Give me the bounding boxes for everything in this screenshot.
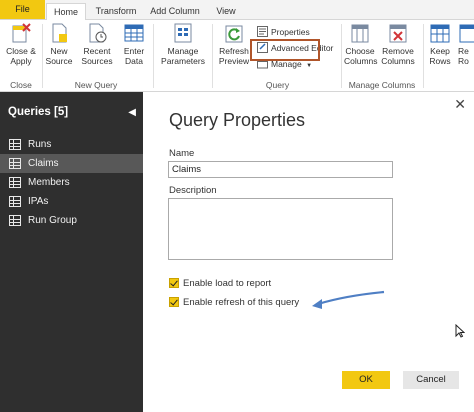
cancel-button[interactable]: Cancel (403, 371, 459, 389)
refresh-preview-button[interactable]: Refresh Preview (215, 22, 253, 66)
remove-columns-button[interactable]: Remove Columns (380, 22, 416, 66)
mouse-cursor-icon (455, 324, 465, 338)
tab-home[interactable]: Home (46, 3, 86, 21)
enter-data-button[interactable]: Enter Data (120, 22, 148, 66)
close-apply-icon (10, 22, 32, 44)
group-separator (42, 24, 43, 88)
ribbon: Close & Apply Close New Source Recent So… (0, 20, 474, 92)
manage-parameters-button[interactable]: Manage Parameters (157, 22, 209, 66)
close-icon[interactable]: ✕ (454, 96, 466, 113)
parameters-icon (172, 22, 194, 44)
query-item-claims[interactable]: Claims (0, 154, 143, 173)
queries-header: Queries [5] (8, 106, 69, 118)
enable-refresh-label: Enable refresh of this query (183, 297, 300, 308)
name-field[interactable] (168, 161, 393, 178)
keep-rows-label: Keep Rows (429, 46, 451, 66)
new-source-icon (48, 22, 70, 44)
enable-refresh-checkbox[interactable] (169, 297, 179, 307)
table-icon (9, 158, 21, 169)
tab-view[interactable]: View (214, 3, 238, 20)
group-separator (423, 24, 424, 88)
table-icon (9, 139, 21, 150)
group-label-query: Query (265, 80, 290, 90)
ribbon-tab-bar: File Home Transform Add Column View (0, 0, 474, 21)
tab-file[interactable]: File (0, 0, 45, 19)
group-label-close: Close (10, 80, 32, 90)
properties-label: Properties (271, 27, 310, 37)
query-item-ipas[interactable]: IPAs (0, 192, 143, 211)
remove-rows-button[interactable]: Re Ro (458, 22, 474, 66)
remove-columns-label: Remove Columns (381, 46, 415, 66)
keep-rows-button[interactable]: Keep Rows (426, 22, 454, 66)
dialog-title: Query Properties (169, 110, 306, 130)
group-label-manage-columns: Manage Columns (348, 80, 416, 90)
query-item-label: Run Group (28, 215, 77, 226)
refresh-icon (223, 22, 245, 44)
keep-rows-icon (429, 22, 451, 44)
remove-rows-icon (458, 22, 474, 44)
choose-columns-label: Choose Columns (344, 46, 378, 66)
properties-icon (257, 26, 268, 37)
close-apply-button[interactable]: Close & Apply (2, 22, 40, 66)
query-item-label: Runs (28, 139, 52, 150)
group-separator (153, 24, 154, 88)
tab-add-column[interactable]: Add Column (148, 3, 202, 20)
power-bi-query-editor: File Home Transform Add Column View Clos… (0, 0, 474, 412)
query-item-label: IPAs (28, 196, 49, 207)
choose-columns-button[interactable]: Choose Columns (344, 22, 378, 66)
recent-sources-icon (86, 22, 108, 44)
query-properties-dialog: ✕ Query Properties Name Description Enab… (143, 92, 474, 412)
group-separator (341, 24, 342, 88)
remove-rows-label: Re Ro (458, 46, 469, 66)
chevron-down-icon: ▼ (306, 63, 313, 69)
refresh-preview-label: Refresh Preview (218, 46, 250, 66)
query-item-label: Members (28, 177, 70, 188)
collapse-pane-icon[interactable]: ◀ (128, 107, 136, 118)
enable-refresh-option[interactable]: Enable refresh of this query (169, 297, 299, 309)
close-apply-label: Close & Apply (6, 46, 36, 66)
recent-sources-button[interactable]: Recent Sources (78, 22, 116, 66)
new-source-label: New Source (45, 46, 73, 66)
queries-pane: Queries [5] ◀ Runs Claims Members IPAs R… (0, 92, 143, 412)
query-item-runs[interactable]: Runs (0, 135, 143, 154)
name-label: Name (169, 148, 195, 159)
query-item-label: Claims (28, 158, 59, 169)
group-label-new-query: New Query (74, 80, 118, 90)
description-label: Description (169, 185, 217, 196)
description-field[interactable] (168, 198, 393, 260)
recent-sources-label: Recent Sources (81, 46, 113, 66)
properties-highlight-box (250, 39, 320, 61)
table-icon (9, 215, 21, 226)
query-item-run-group[interactable]: Run Group (0, 211, 143, 230)
query-item-members[interactable]: Members (0, 173, 143, 192)
properties-button[interactable]: Properties (257, 26, 310, 38)
table-icon (9, 196, 21, 207)
annotation-arrow (312, 290, 385, 309)
enable-load-option[interactable]: Enable load to report (169, 278, 271, 290)
enable-load-label: Enable load to report (183, 278, 272, 289)
remove-columns-icon (387, 22, 409, 44)
table-grid-icon (123, 22, 145, 44)
enter-data-label: Enter Data (123, 46, 145, 66)
ok-button[interactable]: OK (342, 371, 390, 389)
group-separator (212, 24, 213, 88)
manage-parameters-label: Manage Parameters (161, 46, 205, 66)
choose-columns-icon (349, 22, 371, 44)
table-icon (9, 177, 21, 188)
enable-load-checkbox[interactable] (169, 278, 179, 288)
new-source-button[interactable]: New Source (44, 22, 74, 66)
tab-transform[interactable]: Transform (94, 3, 138, 20)
